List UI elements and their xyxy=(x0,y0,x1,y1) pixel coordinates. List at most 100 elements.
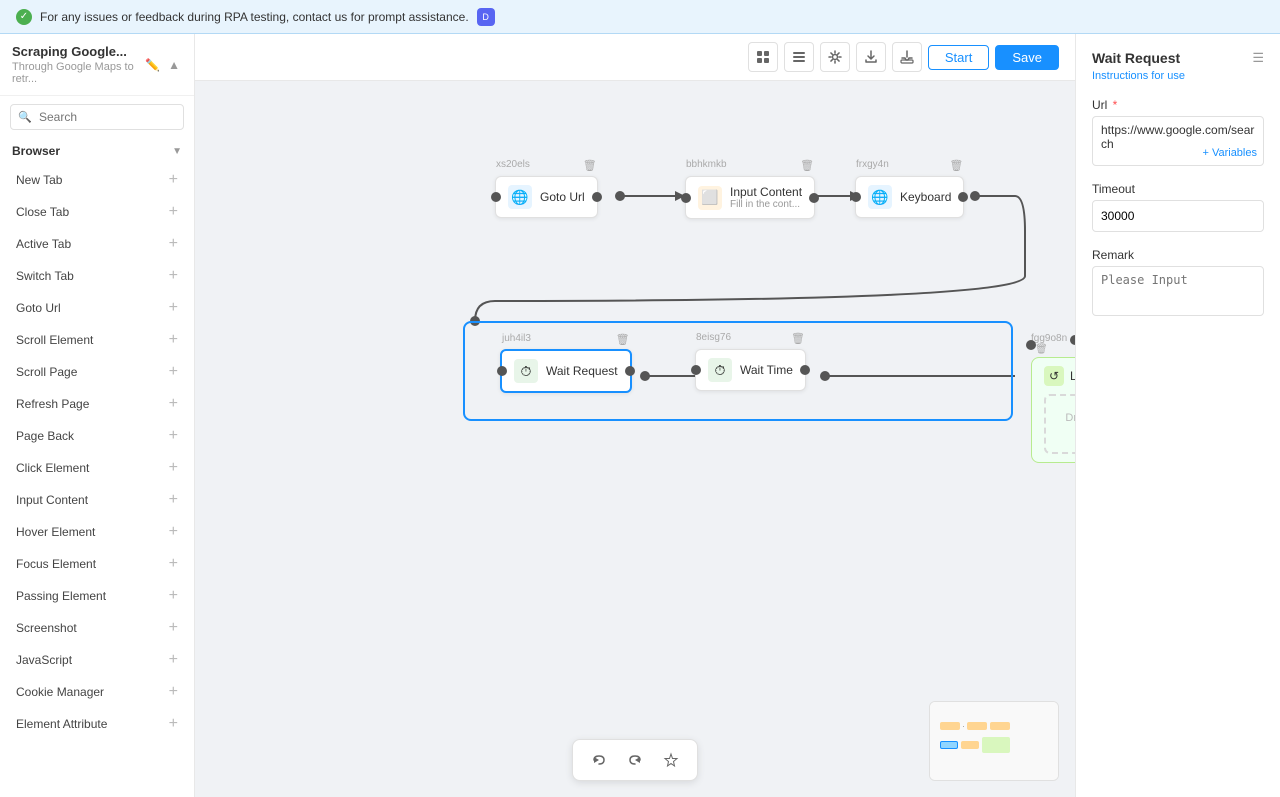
chevron-down-icon: ▼ xyxy=(172,146,182,157)
add-element-attribute-icon[interactable]: + xyxy=(169,716,178,732)
sidebar-item-refresh-page[interactable]: Refresh Page + xyxy=(4,389,190,419)
dot-wait-time-left xyxy=(691,365,701,375)
node-id-keyboard: frxgy4n xyxy=(856,159,889,170)
node-delete-wait-time[interactable]: 🗑 xyxy=(791,332,805,345)
sidebar-item-goto-url[interactable]: Goto Url + xyxy=(4,293,190,323)
sidebar-item-close-tab[interactable]: Close Tab + xyxy=(4,197,190,227)
start-button[interactable]: Start xyxy=(928,45,989,70)
save-button[interactable]: Save xyxy=(995,45,1059,70)
wait-request-label: Wait Request xyxy=(546,364,618,378)
add-screenshot-icon[interactable]: + xyxy=(169,620,178,636)
right-panel: Wait Request ☰ Instructions for use Url … xyxy=(1075,34,1280,797)
import-button[interactable] xyxy=(892,42,922,72)
goto-url-icon: 🌐 xyxy=(508,185,532,209)
sidebar-item-passing-element[interactable]: Passing Element + xyxy=(4,581,190,611)
discord-icon: D xyxy=(477,8,495,26)
star-button[interactable] xyxy=(657,746,685,774)
project-name: Scraping Google... xyxy=(12,44,143,59)
add-switch-tab-icon[interactable]: + xyxy=(169,268,178,284)
sidebar-item-javascript[interactable]: JavaScript + xyxy=(4,645,190,675)
node-goto-url[interactable]: xs20els 🗑 🌐 Goto Url xyxy=(495,176,598,218)
browser-section-title: Browser xyxy=(12,144,60,158)
sidebar: Scraping Google... Through Google Maps t… xyxy=(0,34,195,797)
add-new-tab-icon[interactable]: + xyxy=(169,172,178,188)
panel-menu-icon[interactable]: ☰ xyxy=(1252,50,1264,66)
add-cookie-manager-icon[interactable]: + xyxy=(169,684,178,700)
sidebar-item-new-tab[interactable]: New Tab + xyxy=(4,165,190,195)
sidebar-item-hover-element[interactable]: Hover Element + xyxy=(4,517,190,547)
search-input[interactable] xyxy=(10,104,184,130)
add-page-back-icon[interactable]: + xyxy=(169,428,178,444)
node-delete-wait-request[interactable]: 🗑 xyxy=(616,333,630,346)
node-wait-request[interactable]: juh4il3 🗑 ⏱ Wait Request xyxy=(500,349,632,393)
dot-input-right xyxy=(809,193,819,203)
node-delete-input-content[interactable]: 🗑 xyxy=(800,159,814,172)
project-subtitle: Through Google Maps to retr... xyxy=(12,61,143,85)
add-passing-element-icon[interactable]: + xyxy=(169,588,178,604)
remark-input[interactable] xyxy=(1092,266,1264,316)
node-keyboard[interactable]: frxgy4n 🗑 🌐 Keyboard xyxy=(855,176,964,218)
node-wait-time[interactable]: 8eisg76 🗑 ⏱ Wait Time xyxy=(695,349,806,391)
loop-node-container: ↺ Loop Element Drag & drop a block here xyxy=(1031,357,1075,463)
add-scroll-page-icon[interactable]: + xyxy=(169,364,178,380)
sidebar-item-scroll-page[interactable]: Scroll Page + xyxy=(4,357,190,387)
timeout-input[interactable] xyxy=(1093,203,1264,229)
variables-link[interactable]: + Variables xyxy=(1202,147,1257,159)
instructions-link[interactable]: Instructions for use xyxy=(1092,70,1264,82)
url-input[interactable]: https://www.google.com/search + Variable… xyxy=(1092,116,1264,166)
collapse-icon[interactable]: ▲ xyxy=(166,56,182,74)
minimap-inner xyxy=(930,702,1058,780)
sidebar-header: Scraping Google... Through Google Maps t… xyxy=(0,34,194,96)
add-scroll-element-icon[interactable]: + xyxy=(169,332,178,348)
url-field-group: Url * https://www.google.com/search + Va… xyxy=(1092,98,1264,166)
input-content-icon: ⬜ xyxy=(698,186,722,210)
add-click-element-icon[interactable]: + xyxy=(169,460,178,476)
panel-title: Wait Request xyxy=(1092,50,1180,66)
add-active-tab-icon[interactable]: + xyxy=(169,236,178,252)
add-close-tab-icon[interactable]: + xyxy=(169,204,178,220)
edit-icon[interactable]: ✏️ xyxy=(143,56,162,74)
add-hover-element-icon[interactable]: + xyxy=(169,524,178,540)
node-input-content[interactable]: bbhkmkb 🗑 ⬜ Input Content Fill in the co… xyxy=(685,176,815,219)
node-loop-element[interactable]: fgg9o8n 🗑 ↺ Loop Element Drag & drop a b… xyxy=(1031,333,1075,357)
grid-view-button[interactable] xyxy=(748,42,778,72)
sidebar-item-active-tab[interactable]: Active Tab + xyxy=(4,229,190,259)
loop-delete-icon[interactable]: 🗑 xyxy=(1035,344,1048,355)
sidebar-item-click-element[interactable]: Click Element + xyxy=(4,453,190,483)
browser-section-header[interactable]: Browser ▼ xyxy=(0,138,194,164)
dot-wait-request-right xyxy=(625,366,635,376)
dot-keyboard-right xyxy=(958,192,968,202)
sidebar-item-element-attribute[interactable]: Element Attribute + xyxy=(4,709,190,739)
sidebar-item-switch-tab[interactable]: Switch Tab + xyxy=(4,261,190,291)
sidebar-item-cookie-manager[interactable]: Cookie Manager + xyxy=(4,677,190,707)
sidebar-item-scroll-element[interactable]: Scroll Element + xyxy=(4,325,190,355)
sidebar-item-page-back[interactable]: Page Back + xyxy=(4,421,190,451)
dot-goto-url-left xyxy=(491,192,501,202)
add-javascript-icon[interactable]: + xyxy=(169,652,178,668)
dot-wait-request-left xyxy=(497,366,507,376)
remark-field-group: Remark xyxy=(1092,248,1264,319)
list-view-button[interactable] xyxy=(784,42,814,72)
node-delete-goto-url[interactable]: 🗑 xyxy=(583,159,597,172)
sidebar-item-focus-element[interactable]: Focus Element + xyxy=(4,549,190,579)
add-goto-url-icon[interactable]: + xyxy=(169,300,178,316)
export-button[interactable] xyxy=(856,42,886,72)
wait-request-icon: ⏱ xyxy=(514,359,538,383)
redo-button[interactable] xyxy=(621,746,649,774)
toolbar: Start Save xyxy=(195,34,1075,81)
add-refresh-page-icon[interactable]: + xyxy=(169,396,178,412)
banner-text: For any issues or feedback during RPA te… xyxy=(40,10,469,24)
settings-button[interactable] xyxy=(820,42,850,72)
add-focus-element-icon[interactable]: + xyxy=(169,556,178,572)
loop-node-id: fgg9o8n xyxy=(1031,333,1067,344)
check-icon xyxy=(16,9,32,25)
undo-button[interactable] xyxy=(585,746,613,774)
top-banner: For any issues or feedback during RPA te… xyxy=(0,0,1280,34)
sidebar-item-input-content[interactable]: Input Content + xyxy=(4,485,190,515)
flow-canvas[interactable]: xs20els 🗑 🌐 Goto Url bbhkmkb 🗑 ⬜ Input C… xyxy=(195,81,1075,797)
add-input-content-icon[interactable]: + xyxy=(169,492,178,508)
wait-time-label: Wait Time xyxy=(740,363,793,377)
node-delete-keyboard[interactable]: 🗑 xyxy=(949,159,963,172)
sidebar-item-screenshot[interactable]: Screenshot + xyxy=(4,613,190,643)
dot-loop-right xyxy=(1070,335,1075,345)
